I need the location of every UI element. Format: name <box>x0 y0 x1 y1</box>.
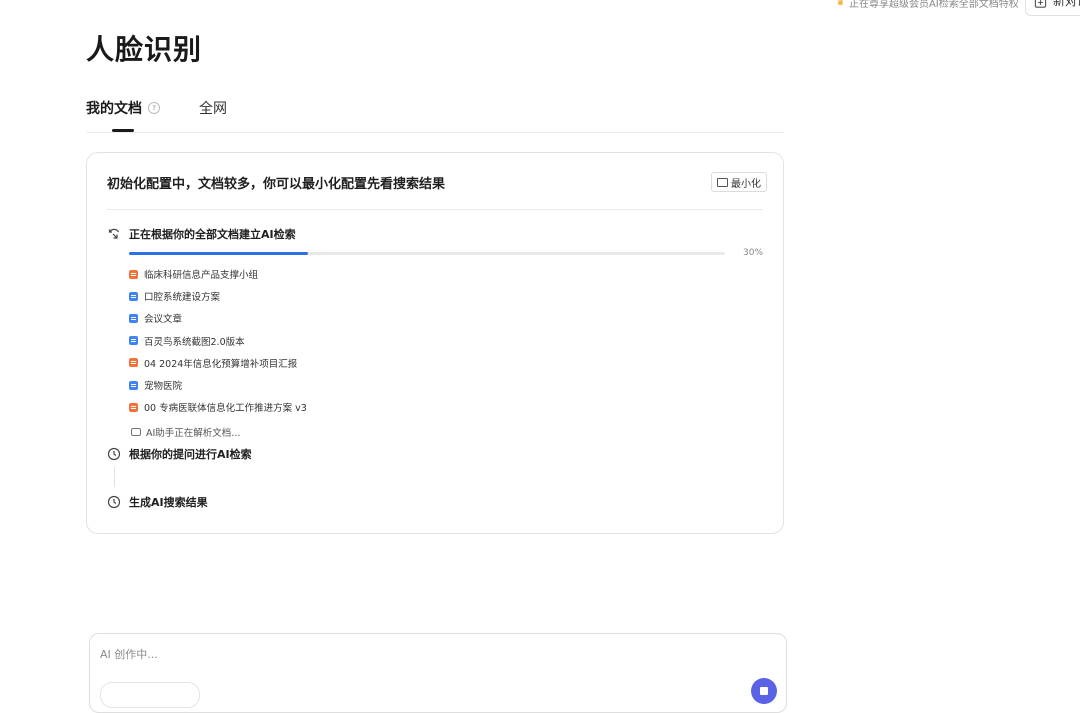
document-name: 宠物医院 <box>144 381 183 393</box>
document-name: 临床科研信息产品支撑小组 <box>144 270 259 282</box>
composer-input[interactable] <box>100 648 600 661</box>
document-name: 口腔系统建设方案 <box>144 292 221 304</box>
clock-icon <box>107 447 121 461</box>
document-item[interactable]: 宠物医院 <box>129 374 307 396</box>
orange-doc-icon <box>129 269 138 279</box>
scope-tabs: 我的文档 ? 全网 <box>86 98 784 133</box>
step-build-index: 正在根据你的全部文档建立AI检索 <box>107 226 296 242</box>
active-tab-indicator <box>112 129 134 132</box>
blue-doc-icon <box>129 380 138 390</box>
composer-option-chip[interactable] <box>100 682 200 708</box>
document-name: 会议文章 <box>144 314 183 326</box>
assistant-status: AI助手正在解析文档... <box>131 425 240 439</box>
document-list: 临床科研信息产品支撑小组 口腔系统建设方案 会议文章百灵鸟系统截图2.0版本 04 2… <box>129 263 307 418</box>
new-chat-label: 新对话 <box>1053 0 1080 8</box>
document-item[interactable]: 口腔系统建设方案 <box>129 285 307 307</box>
progress-bar-fill <box>129 252 308 255</box>
document-item[interactable]: 百灵鸟系统截图2.0版本 <box>129 330 307 352</box>
progress-bar <box>129 252 725 255</box>
step-generate-results: 生成AI搜索结果 <box>107 494 208 510</box>
new-chat-button[interactable]: 新对话 <box>1025 0 1080 16</box>
tab-my-documents-label: 我的文档 <box>86 101 142 117</box>
document-name: 00 专病医联体信息化工作推进方案 v3 <box>144 403 307 415</box>
document-item[interactable]: 00 专病医联体信息化工作推进方案 v3 <box>129 396 307 418</box>
orange-doc-icon <box>129 402 138 412</box>
document-item[interactable]: 临床科研信息产品支撑小组 <box>129 263 307 285</box>
tab-web-label: 全网 <box>199 101 227 117</box>
document-name: 04 2024年信息化预算增补项目汇报 <box>144 358 298 370</box>
step-generate-results-label: 生成AI搜索结果 <box>129 496 208 509</box>
clock-icon <box>107 495 121 509</box>
card-divider <box>107 209 763 210</box>
help-icon[interactable]: ? <box>148 102 160 114</box>
stop-icon <box>760 687 768 695</box>
page-title: 人脸识别 <box>86 33 203 66</box>
vip-notice-text: 正在尊享超级会员AI检索全部文档特权 <box>848 0 1019 10</box>
step-ai-search: 根据你的提问进行AI检索 <box>107 446 252 462</box>
minimize-button[interactable]: 最小化 <box>711 172 767 192</box>
blue-doc-icon <box>129 291 138 301</box>
tab-web[interactable]: 全网 <box>199 98 227 118</box>
card-title: 初始化配置中，文档较多，你可以最小化配置先看搜索结果 <box>107 177 446 192</box>
step-build-index-label: 正在根据你的全部文档建立AI检索 <box>129 228 296 241</box>
step-ai-search-label: 根据你的提问进行AI检索 <box>129 448 252 461</box>
assistant-status-text: AI助手正在解析文档... <box>146 428 241 439</box>
loading-spinner-icon <box>108 228 120 239</box>
robot-icon <box>131 428 141 436</box>
composer <box>89 633 787 713</box>
step-connector <box>114 467 115 487</box>
minimize-label: 最小化 <box>731 178 761 190</box>
minimize-icon <box>717 177 728 187</box>
orange-doc-icon <box>129 358 138 368</box>
progress-percent: 30% <box>743 248 764 258</box>
document-item[interactable]: 会议文章 <box>129 307 307 329</box>
vip-notice: ♛ 正在尊享超级会员AI检索全部文档特权 <box>836 0 1019 10</box>
document-item[interactable]: 04 2024年信息化预算增补项目汇报 <box>129 352 307 374</box>
indexing-progress-card: 初始化配置中，文档较多，你可以最小化配置先看搜索结果 最小化 正在根据你的全部文… <box>86 152 784 534</box>
stop-generation-button[interactable] <box>751 678 777 704</box>
new-chat-icon <box>1034 0 1047 8</box>
blue-doc-icon <box>129 313 138 323</box>
tab-my-documents[interactable]: 我的文档 ? <box>86 98 160 118</box>
document-name: 百灵鸟系统截图2.0版本 <box>144 336 245 348</box>
crown-icon: ♛ <box>836 0 845 8</box>
blue-doc-icon <box>129 336 138 346</box>
